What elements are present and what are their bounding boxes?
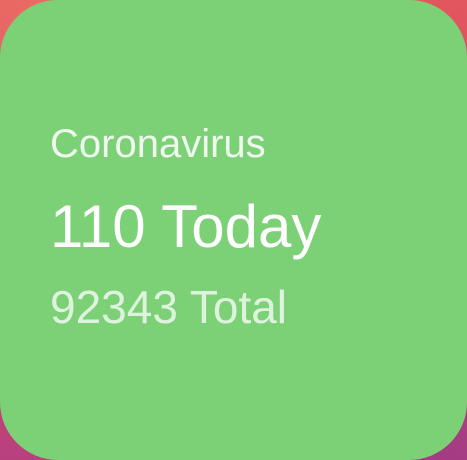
total-count: 92343 Total	[50, 281, 288, 333]
widget-title: Coronavirus	[50, 122, 266, 166]
today-count: 110 Today	[50, 193, 322, 260]
widget-content: Coronavirus 110 Today 92343 Total	[50, 120, 321, 334]
coronavirus-widget[interactable]: Coronavirus 110 Today 92343 Total	[0, 0, 467, 460]
